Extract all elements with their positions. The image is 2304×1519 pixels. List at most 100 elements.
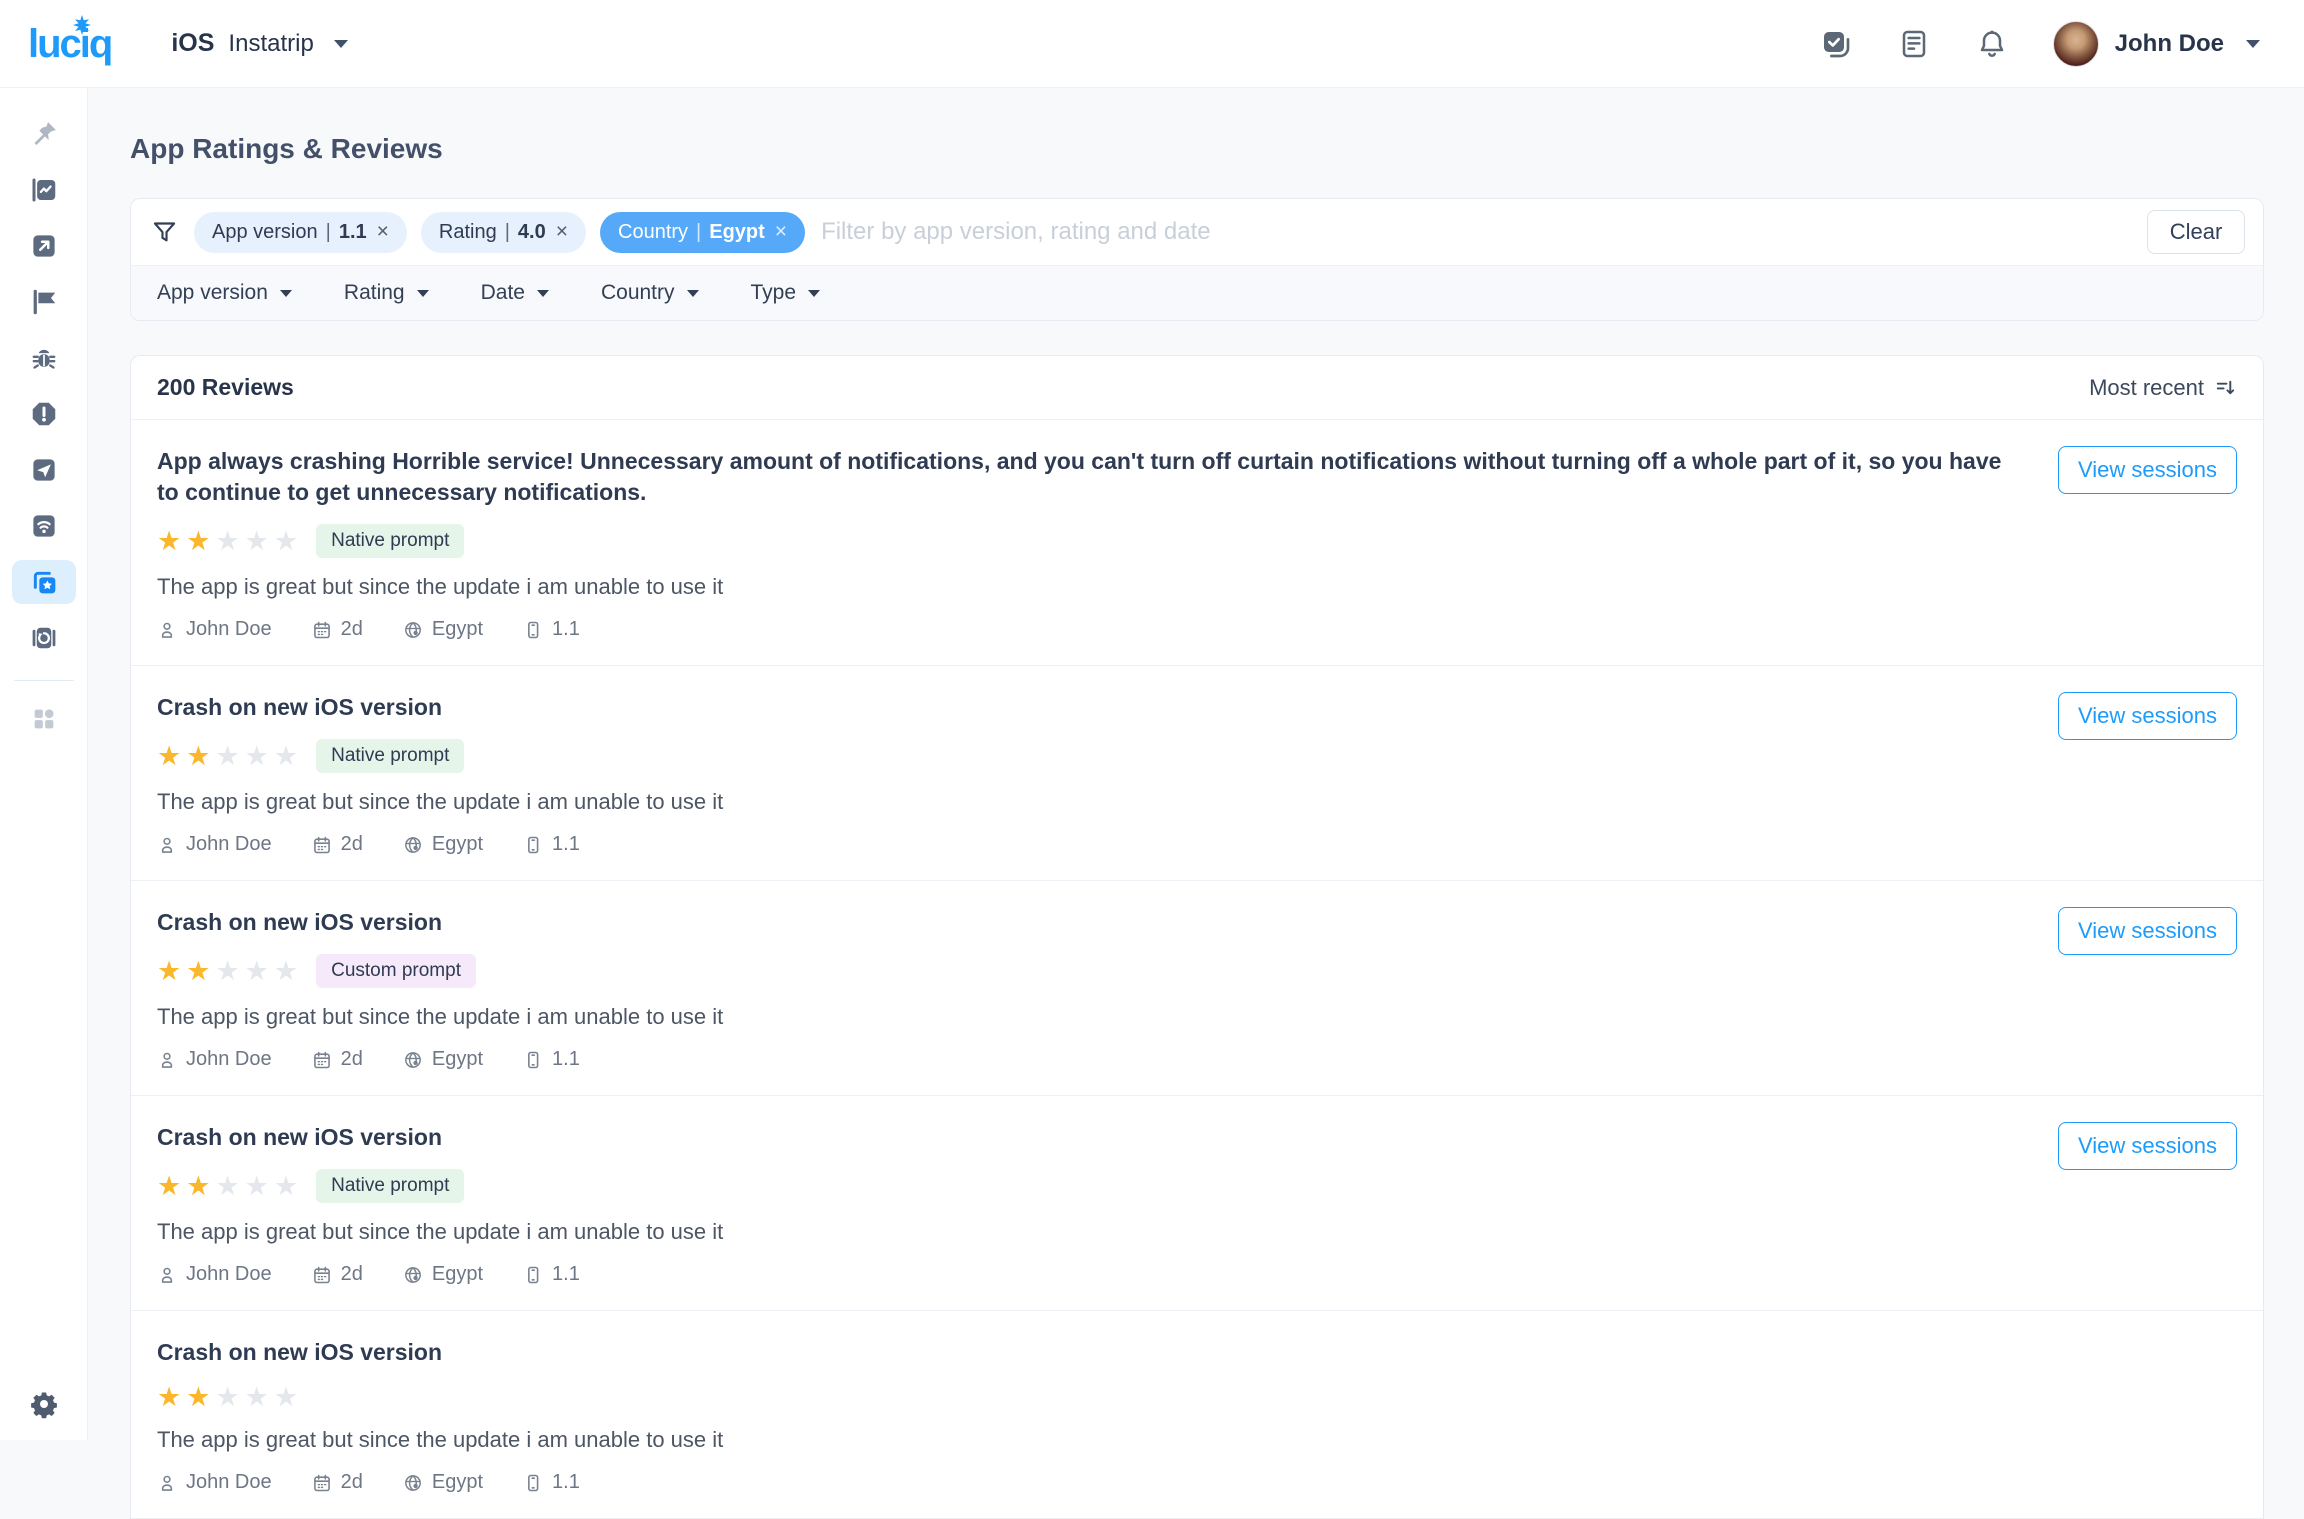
star-filled-icon: ★: [186, 958, 210, 985]
review-author: John Doe: [157, 618, 272, 641]
filter-dropdown[interactable]: Date: [481, 281, 549, 305]
review-age: 2d: [312, 833, 363, 856]
view-sessions-button[interactable]: View sessions: [2058, 692, 2237, 740]
remove-chip-icon[interactable]: ×: [377, 220, 389, 244]
mobile-device-icon: [523, 1473, 543, 1493]
mobile-device-icon: [523, 1265, 543, 1285]
review-source-badge: Custom prompt: [316, 954, 476, 988]
user-icon: [157, 1473, 177, 1493]
luciq-logo[interactable]: luciq: [28, 24, 111, 64]
filter-chip[interactable]: App version | 1.1 ×: [194, 212, 407, 253]
app-switcher[interactable]: iOS Instatrip: [171, 29, 347, 58]
filter-search-input[interactable]: [821, 218, 2131, 246]
user-menu[interactable]: John Doe: [2053, 21, 2260, 67]
filter-dropdown[interactable]: Rating: [344, 281, 429, 305]
star-empty-icon: ★: [274, 1173, 298, 1200]
star-empty-icon: ★: [245, 958, 269, 985]
analytics-icon[interactable]: [12, 168, 76, 212]
view-sessions-button[interactable]: View sessions: [2058, 446, 2237, 494]
review-title: Crash on new iOS version: [157, 1337, 2007, 1368]
star-filled-icon: ★: [157, 528, 181, 555]
clear-filters-button[interactable]: Clear: [2147, 210, 2245, 254]
user-name-label: John Doe: [2115, 30, 2224, 58]
view-sessions-button[interactable]: View sessions: [2058, 907, 2237, 955]
star-empty-icon: ★: [245, 528, 269, 555]
star-filled-icon: ★: [157, 1173, 181, 1200]
top-header: luciq iOS Instatrip: [0, 0, 2304, 88]
mobile-device-icon: [523, 1050, 543, 1070]
settings-gear-icon[interactable]: [12, 1382, 76, 1426]
surveys-icon[interactable]: [12, 448, 76, 492]
star-filled-icon: ★: [157, 1384, 181, 1411]
star-filled-icon: ★: [186, 743, 210, 770]
chevron-down-icon: [2246, 40, 2260, 48]
filter-chip[interactable]: Rating | 4.0 ×: [421, 212, 586, 253]
star-filled-icon: ★: [186, 1173, 210, 1200]
review-row: App always crashing Horrible service! Un…: [131, 420, 2263, 666]
user-icon: [157, 620, 177, 640]
star-empty-icon: ★: [245, 743, 269, 770]
crash-reporting-icon[interactable]: [12, 392, 76, 436]
session-replay-icon[interactable]: [12, 616, 76, 660]
flag-icon[interactable]: [12, 280, 76, 324]
tasks-check-icon[interactable]: [1819, 27, 1853, 61]
remove-chip-icon[interactable]: ×: [775, 220, 787, 244]
review-app-version: 1.1: [523, 1263, 580, 1286]
export-icon[interactable]: [12, 224, 76, 268]
logo-star-icon: [72, 15, 92, 35]
notifications-bell-icon[interactable]: [1975, 27, 2009, 61]
star-empty-icon: ★: [215, 528, 239, 555]
sidebar-divider: [14, 680, 74, 681]
user-avatar: [2053, 21, 2099, 67]
review-app-version: 1.1: [523, 833, 580, 856]
user-icon: [157, 1265, 177, 1285]
apps-grid-icon[interactable]: [12, 697, 76, 741]
main-content: App Ratings & Reviews App version | 1.1 …: [88, 88, 2304, 1519]
globe-icon: [403, 835, 423, 855]
filter-dropdown[interactable]: Country: [601, 281, 699, 305]
filter-dropdown[interactable]: Type: [751, 281, 821, 305]
calendar-icon: [312, 1473, 332, 1493]
review-country: Egypt: [403, 1471, 483, 1494]
user-icon: [157, 1050, 177, 1070]
calendar-icon: [312, 1265, 332, 1285]
bug-reporting-icon[interactable]: [12, 336, 76, 380]
release-notes-icon[interactable]: [1897, 27, 1931, 61]
review-row: Crash on new iOS version ★★★★★ Custom pr…: [131, 881, 2263, 1096]
review-app-version: 1.1: [523, 1048, 580, 1071]
star-empty-icon: ★: [215, 1173, 239, 1200]
filter-dropdown[interactable]: App version: [157, 281, 292, 305]
calendar-icon: [312, 620, 332, 640]
filter-chip-separator: |: [696, 221, 701, 244]
sort-label: Most recent: [2089, 375, 2204, 401]
platform-label: iOS: [171, 29, 214, 58]
user-icon: [157, 835, 177, 855]
reviews-list: App always crashing Horrible service! Un…: [131, 420, 2263, 1519]
review-country: Egypt: [403, 833, 483, 856]
view-sessions-button[interactable]: View sessions: [2058, 1122, 2237, 1170]
mobile-device-icon: [523, 620, 543, 640]
review-country: Egypt: [403, 1263, 483, 1286]
network-icon[interactable]: [12, 504, 76, 548]
sort-control[interactable]: Most recent: [2089, 375, 2237, 401]
review-description: The app is great but since the update i …: [157, 1427, 2028, 1453]
filter-chip-value: 1.1: [339, 221, 367, 244]
remove-chip-icon[interactable]: ×: [556, 220, 568, 244]
chevron-down-icon: [537, 290, 549, 297]
review-title: Crash on new iOS version: [157, 907, 2007, 938]
review-description: The app is great but since the update i …: [157, 1004, 2028, 1030]
star-rating: ★★★★★: [157, 528, 298, 555]
filter-chip[interactable]: Country | Egypt ×: [600, 212, 805, 253]
reviews-count: 200 Reviews: [157, 374, 294, 401]
review-age: 2d: [312, 618, 363, 641]
star-rating: ★★★★★: [157, 743, 298, 770]
review-author: John Doe: [157, 1263, 272, 1286]
filter-chip-label: App version: [212, 221, 318, 244]
review-author: John Doe: [157, 833, 272, 856]
pin-icon[interactable]: [12, 112, 76, 156]
review-country: Egypt: [403, 1048, 483, 1071]
review-row: Crash on new iOS version ★★★★★ The app i…: [131, 1311, 2263, 1519]
app-ratings-icon[interactable]: [12, 560, 76, 604]
review-row: Crash on new iOS version ★★★★★ Native pr…: [131, 1096, 2263, 1311]
star-empty-icon: ★: [215, 958, 239, 985]
